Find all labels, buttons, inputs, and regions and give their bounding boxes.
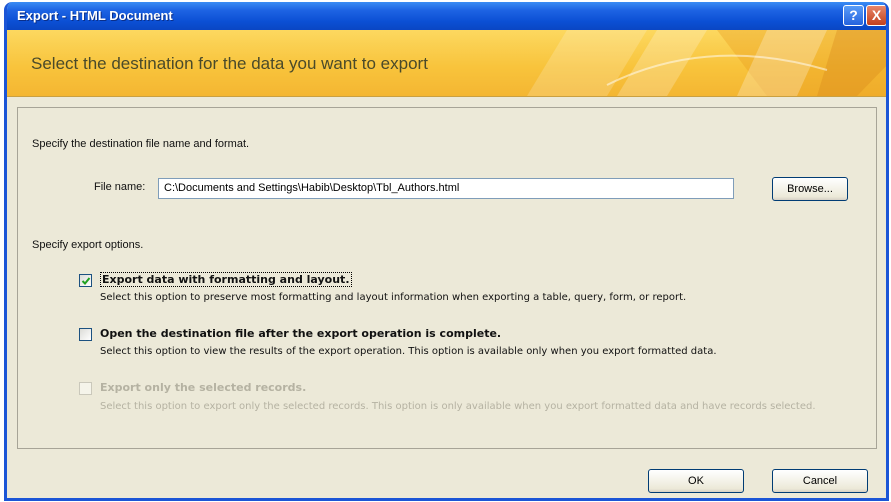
export-with-formatting-description: Select this option to preserve most form… [100, 292, 687, 303]
export-with-formatting-label-text: Export data with formatting and layout. [100, 272, 352, 287]
export-with-formatting-checkbox[interactable] [79, 274, 92, 287]
open-destination-checkbox[interactable] [79, 328, 92, 341]
close-button[interactable]: X [866, 5, 886, 26]
export-with-formatting-label[interactable]: Export data with formatting and layout. [100, 272, 352, 287]
checkmark-icon [81, 277, 91, 285]
export-selected-records-checkbox [79, 382, 92, 395]
file-name-input[interactable]: C:\Documents and Settings\Habib\Desktop\… [158, 178, 734, 199]
browse-button[interactable]: Browse... [772, 177, 848, 201]
header-banner: Select the destination for the data you … [7, 30, 886, 97]
export-options-section-label: Specify export options. [32, 239, 144, 251]
options-panel: Specify the destination file name and fo… [17, 107, 877, 449]
help-button[interactable]: ? [843, 5, 864, 26]
open-destination-description: Select this option to view the results o… [100, 346, 717, 357]
open-destination-label[interactable]: Open the destination file after the expo… [100, 327, 501, 340]
window-title: Export - HTML Document [17, 8, 173, 23]
export-selected-records-description: Select this option to export only the se… [100, 401, 816, 412]
cancel-button[interactable]: Cancel [772, 469, 868, 493]
destination-section-label: Specify the destination file name and fo… [32, 138, 250, 150]
ok-button[interactable]: OK [648, 469, 744, 493]
file-name-label: File name: [94, 181, 146, 193]
banner-heading: Select the destination for the data you … [31, 54, 428, 73]
title-bar[interactable]: Export - HTML Document ? X [7, 2, 886, 30]
export-selected-records-label: Export only the selected records. [100, 381, 307, 394]
export-dialog: Export - HTML Document ? X Select the de… [4, 2, 889, 501]
